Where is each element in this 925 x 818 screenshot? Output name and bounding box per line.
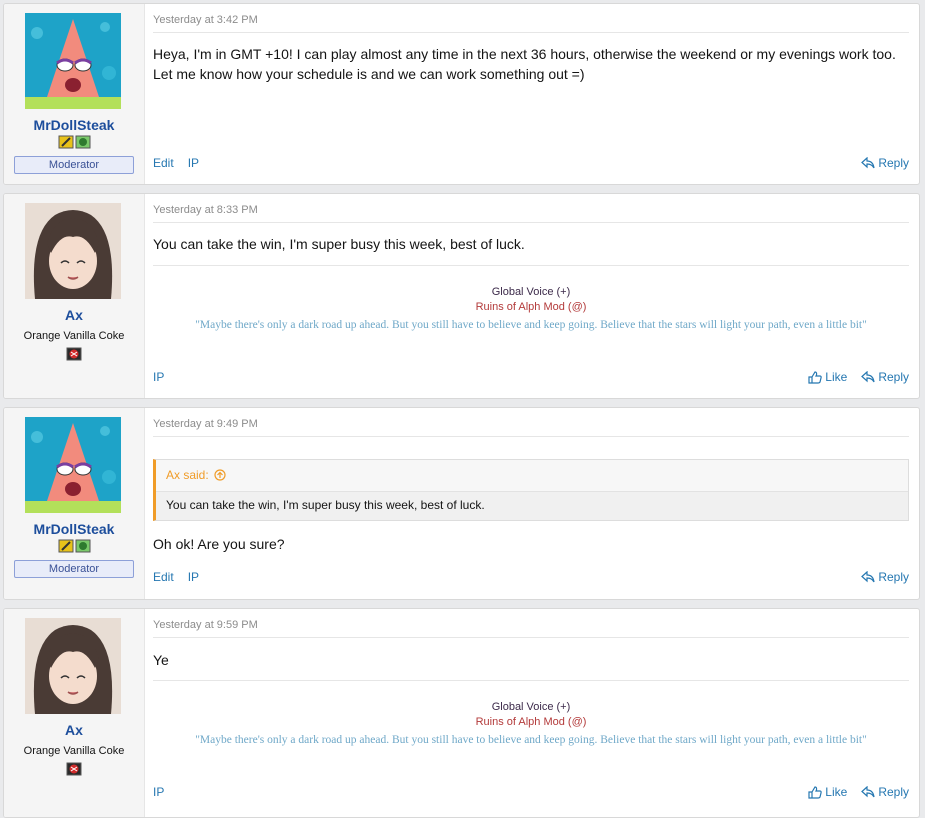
message-cell: Yesterday at 8:33 PM You can take the wi… (153, 194, 909, 398)
signature-line: Ruins of Alph Mod (@) (475, 301, 587, 313)
message-body: Oh ok! Are you sure? (153, 536, 285, 552)
post-actions-right: Reply (861, 156, 909, 170)
quote-author: Ax said: (166, 468, 209, 482)
user-badges (4, 539, 144, 553)
divider (153, 32, 909, 33)
message-body: You can take the win, I'm super busy thi… (153, 236, 525, 252)
reply-label: Reply (878, 156, 909, 170)
ip-link[interactable]: IP (188, 570, 199, 584)
badge-icon (66, 762, 82, 776)
moderator-banner: Moderator (14, 156, 134, 174)
post: MrDollSteak Moderator Yesterday at 3:42 … (3, 3, 920, 185)
divider (153, 436, 909, 437)
timestamp[interactable]: Yesterday at 9:59 PM (153, 619, 258, 631)
reply-button[interactable]: Reply (861, 570, 909, 584)
like-label: Like (825, 370, 848, 384)
like-button[interactable]: Like (808, 370, 847, 384)
post-actions-left: Edit IP (153, 156, 199, 170)
message-cell: Yesterday at 9:59 PM Ye Global Voice (+)… (153, 609, 909, 817)
reply-label: Reply (878, 570, 909, 584)
thumbs-up-icon (808, 785, 823, 799)
badge-icon (75, 135, 90, 149)
signature-line: Global Voice (+) (491, 286, 571, 298)
signature-divider (153, 265, 909, 266)
signature: Global Voice (+) Ruins of Alph Mod (@) "… (153, 286, 909, 333)
edit-link[interactable]: Edit (153, 570, 174, 584)
avatar[interactable] (25, 417, 121, 513)
divider (153, 637, 909, 638)
user-title: Orange Vanilla Coke (23, 745, 125, 757)
post: MrDollSteak Moderator Yesterday at 9:49 … (3, 407, 920, 600)
reply-icon (861, 786, 875, 798)
signature-quote: "Maybe there's only a dark road up ahead… (195, 734, 867, 746)
user-cell: MrDollSteak Moderator (4, 408, 145, 599)
message-cell: Yesterday at 3:42 PM Heya, I'm in GMT +1… (153, 4, 909, 184)
thumbs-up-icon (808, 370, 823, 384)
user-cell: Ax Orange Vanilla Coke (4, 609, 145, 817)
post: Ax Orange Vanilla Coke Yesterday at 8:33… (3, 193, 920, 399)
badge-icon (58, 539, 73, 553)
ip-link[interactable]: IP (153, 785, 164, 799)
reply-label: Reply (878, 370, 909, 384)
message-body: Ye (153, 652, 169, 668)
user-badges (4, 135, 144, 149)
username[interactable]: Ax (4, 307, 144, 323)
reply-label: Reply (878, 785, 909, 799)
badge-icon (66, 347, 82, 361)
post: Ax Orange Vanilla Coke Yesterday at 9:59… (3, 608, 920, 818)
edit-link[interactable]: Edit (153, 156, 174, 170)
ip-link[interactable]: IP (153, 370, 164, 384)
user-cell: MrDollSteak Moderator (4, 4, 145, 184)
user-badges (4, 762, 144, 776)
post-actions-left: IP (153, 785, 164, 799)
timestamp[interactable]: Yesterday at 8:33 PM (153, 204, 258, 216)
post-actions-right: Like Reply (808, 785, 909, 799)
like-label: Like (825, 785, 848, 799)
avatar[interactable] (25, 203, 121, 299)
signature-divider (153, 680, 909, 681)
signature: Global Voice (+) Ruins of Alph Mod (@) "… (153, 701, 909, 748)
reply-icon (861, 571, 875, 583)
reply-icon (861, 157, 875, 169)
signature-line: Global Voice (+) (491, 701, 571, 713)
post-actions-right: Reply (861, 570, 909, 584)
signature-line: Ruins of Alph Mod (@) (475, 716, 587, 728)
like-button[interactable]: Like (808, 785, 847, 799)
username[interactable]: MrDollSteak (4, 521, 144, 537)
arrow-up-circle-icon (214, 469, 226, 481)
post-actions-left: Edit IP (153, 570, 199, 584)
avatar[interactable] (25, 618, 121, 714)
message-body: Heya, I'm in GMT +10! I can play almost … (153, 46, 896, 82)
reply-button[interactable]: Reply (861, 156, 909, 170)
user-badges (4, 347, 144, 361)
post-actions-left: IP (153, 370, 164, 384)
ip-link[interactable]: IP (188, 156, 199, 170)
quote-header[interactable]: Ax said: (166, 468, 226, 482)
post-actions-right: Like Reply (808, 370, 909, 384)
username[interactable]: Ax (4, 722, 144, 738)
signature-quote: "Maybe there's only a dark road up ahead… (195, 319, 867, 331)
reply-icon (861, 371, 875, 383)
reply-button[interactable]: Reply (861, 785, 909, 799)
timestamp[interactable]: Yesterday at 9:49 PM (153, 418, 258, 430)
moderator-banner: Moderator (14, 560, 134, 578)
avatar[interactable] (25, 13, 121, 109)
reply-button[interactable]: Reply (861, 370, 909, 384)
quote-text: You can take the win, I'm super busy thi… (156, 492, 908, 520)
timestamp[interactable]: Yesterday at 3:42 PM (153, 14, 258, 26)
quote-block: Ax said: You can take the win, I'm super… (153, 459, 909, 521)
divider (153, 222, 909, 223)
user-cell: Ax Orange Vanilla Coke (4, 194, 145, 398)
badge-icon (58, 135, 73, 149)
username[interactable]: MrDollSteak (4, 117, 144, 133)
user-title: Orange Vanilla Coke (23, 330, 125, 342)
message-cell: Yesterday at 9:49 PM Ax said: You can ta… (153, 408, 909, 599)
badge-icon (75, 539, 90, 553)
